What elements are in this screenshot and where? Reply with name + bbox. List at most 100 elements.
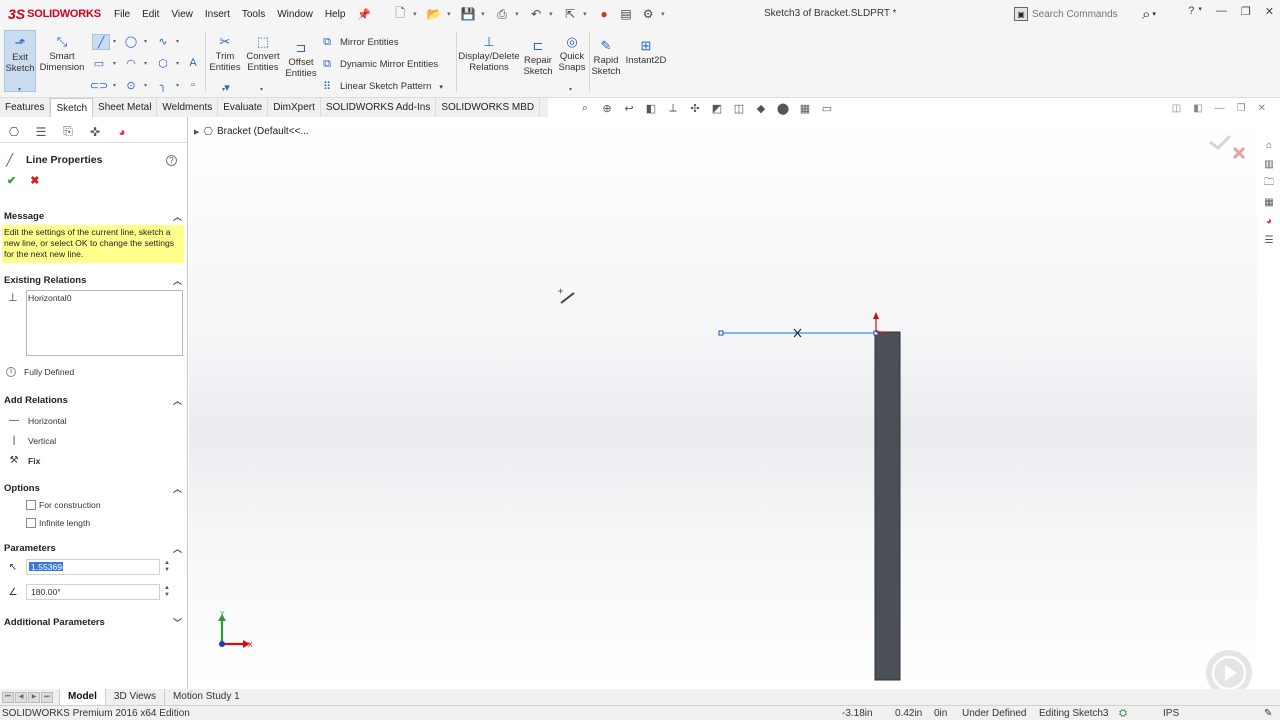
text-tool-icon[interactable]: A	[186, 56, 200, 70]
help-circle-icon[interactable]: ?	[166, 154, 177, 166]
prev-tab-icon[interactable]: ◀	[15, 691, 27, 703]
rectangle-tool-icon[interactable]: ▭	[92, 56, 106, 70]
sketch-canvas[interactable]: Y X	[189, 117, 1257, 689]
view-orientation-icon[interactable]: ✣	[688, 101, 702, 115]
search-scope-icon[interactable]: ▣	[1014, 7, 1028, 21]
rectangle-dropdown-icon[interactable]: ▾	[113, 60, 116, 67]
monitor-icon[interactable]: ▭	[820, 101, 834, 115]
slot-dropdown-icon[interactable]: ▾	[113, 82, 116, 89]
dimxpert-manager-icon[interactable]: ✜	[87, 124, 103, 140]
new-document-icon[interactable]: 🗋	[391, 5, 409, 23]
customize-icon[interactable]: ✎	[1264, 708, 1272, 719]
options-gear-icon[interactable]: ⚙	[639, 5, 657, 23]
search-dropdown-icon[interactable]: ▾	[1152, 10, 1156, 18]
file-properties-icon[interactable]: ▤	[617, 5, 635, 23]
display-manager-icon[interactable]: ◕	[114, 124, 130, 140]
tab-evaluate[interactable]: Evaluate	[218, 98, 269, 117]
linear-pattern-button[interactable]: ⠿ Linear Sketch Pattern ▾	[320, 80, 443, 93]
hide-show-items-icon[interactable]: ◫	[732, 101, 746, 115]
open-dropdown-icon[interactable]: ▾	[447, 10, 455, 18]
rebuild-status-icon[interactable]: ⛭	[1119, 708, 1127, 719]
angle-spinner[interactable]: ▲ ▼	[164, 585, 170, 599]
section-view-icon[interactable]: ◧	[644, 101, 658, 115]
appearances-icon[interactable]: ◕	[1262, 214, 1276, 228]
save-dropdown-icon[interactable]: ▾	[481, 10, 489, 18]
first-tab-icon[interactable]: ⏮	[2, 691, 14, 703]
line-endpoint[interactable]	[718, 330, 724, 336]
property-manager-icon[interactable]: ☰	[33, 124, 49, 140]
feature-manager-icon[interactable]: ⎔	[6, 124, 22, 140]
menu-edit[interactable]: Edit	[136, 9, 165, 20]
convert-dropdown-icon[interactable]: ▾	[260, 86, 263, 93]
new-dropdown-icon[interactable]: ▾	[413, 10, 421, 18]
tab-features[interactable]: Features	[0, 98, 51, 117]
restore-icon[interactable]: ❐	[1241, 5, 1251, 18]
tab-3d-views[interactable]: 3D Views	[104, 689, 164, 705]
options-dropdown-icon[interactable]: ▾	[661, 10, 669, 18]
confirmation-corner[interactable]	[1204, 130, 1254, 166]
circle-dropdown-icon[interactable]: ▾	[144, 38, 147, 45]
rebuild-icon[interactable]: ●	[595, 5, 613, 23]
checkbox-box[interactable]	[26, 500, 36, 510]
view-settings-icon[interactable]: ▦	[798, 101, 812, 115]
circle-tool-icon[interactable]: ◯	[124, 34, 138, 48]
cancel-x-icon[interactable]: ✖	[30, 174, 39, 187]
save-icon[interactable]: 💾	[459, 5, 477, 23]
zoom-to-fit-icon[interactable]: ⌕	[578, 101, 592, 115]
viewport-close-icon[interactable]: ✕	[1258, 103, 1266, 114]
undo-dropdown-icon[interactable]: ▾	[549, 10, 557, 18]
length-spinner[interactable]: ▲ ▼	[164, 560, 170, 574]
slot-tool-icon[interactable]: ⊂⊃	[90, 78, 108, 92]
convert-entities-button[interactable]: ⬚ Convert Entities	[243, 32, 283, 74]
confirm-check-icon[interactable]	[1209, 134, 1232, 150]
dynamic-annotation-icon[interactable]: ⟂	[666, 101, 680, 115]
design-library-icon[interactable]: 🗀	[1262, 176, 1276, 190]
offset-entities-button[interactable]: ⊐ Offset Entities	[284, 38, 318, 80]
spline-tool-icon[interactable]: ∿	[156, 34, 170, 48]
viewport-split-icon[interactable]: ◧	[1193, 103, 1202, 114]
menu-tools[interactable]: Tools	[236, 9, 271, 20]
smart-dimension-button[interactable]: ⤡ Smart Dimension	[40, 32, 85, 74]
tab-weldments[interactable]: Weldments	[157, 98, 219, 117]
instant2d-button[interactable]: ⊞ Instant2D	[624, 36, 668, 67]
rapid-sketch-button[interactable]: ✎ Rapid Sketch	[590, 36, 622, 78]
menu-help[interactable]: Help	[319, 9, 352, 20]
linear-pattern-dropdown-icon[interactable]: ▾	[439, 83, 443, 91]
zoom-to-area-icon[interactable]: ⊕	[600, 101, 614, 115]
print-icon[interactable]: ⎙	[493, 5, 511, 23]
repair-sketch-button[interactable]: ⊏ Repair Sketch	[522, 36, 554, 78]
print-dropdown-icon[interactable]: ▾	[515, 10, 523, 18]
menu-insert[interactable]: Insert	[199, 9, 236, 20]
polygon-dropdown-icon[interactable]: ▾	[176, 60, 179, 67]
ok-check-icon[interactable]: ✔	[7, 174, 16, 187]
spin-down-icon[interactable]: ▼	[164, 592, 170, 599]
line-tool-icon[interactable]: ╱	[92, 34, 110, 50]
tab-sketch[interactable]: Sketch	[50, 98, 94, 117]
edit-appearance-icon[interactable]: ◆	[754, 101, 768, 115]
configuration-manager-icon[interactable]: ⎘	[60, 124, 76, 140]
options-header[interactable]: Options ︿	[0, 479, 188, 497]
add-relations-header[interactable]: Add Relations ︿	[0, 391, 188, 409]
dynamic-mirror-button[interactable]: ⧉ Dynamic Mirror Entities	[320, 58, 438, 71]
file-explorer-icon[interactable]: ▦	[1262, 195, 1276, 209]
close-icon[interactable]: ✕	[1265, 5, 1274, 18]
parameters-header[interactable]: Parameters ︿	[0, 539, 188, 557]
viewport-tile-icon[interactable]: ◫	[1172, 103, 1181, 114]
infinite-length-checkbox[interactable]: Infinite length	[26, 518, 90, 528]
quick-snaps-button[interactable]: ◎ Quick Snaps	[556, 32, 588, 74]
pin-menu-icon[interactable]: 📌	[357, 8, 371, 21]
checkbox-box[interactable]	[26, 518, 36, 528]
add-relation-vertical[interactable]: | Vertical	[6, 435, 57, 446]
custom-properties-icon[interactable]: ☰	[1262, 233, 1276, 247]
quick-snaps-dropdown-icon[interactable]: ▾	[569, 86, 572, 93]
apply-scene-icon[interactable]: ⬤	[776, 101, 790, 115]
tab-dimxpert[interactable]: DimXpert	[268, 98, 321, 117]
polygon-tool-icon[interactable]: ⬡	[156, 56, 170, 70]
move-entities-icon[interactable]: ▾	[220, 80, 234, 94]
tab-addins[interactable]: SOLIDWORKS Add-Ins	[321, 98, 437, 117]
display-style-icon[interactable]: ◩	[710, 101, 724, 115]
minimize-icon[interactable]: —	[1216, 5, 1227, 18]
relation-item[interactable]: Horizontal0	[28, 293, 181, 303]
fillet-tool-icon[interactable]: ⊙	[124, 78, 138, 92]
mirror-entities-button[interactable]: ⧉ Mirror Entities	[320, 36, 399, 49]
